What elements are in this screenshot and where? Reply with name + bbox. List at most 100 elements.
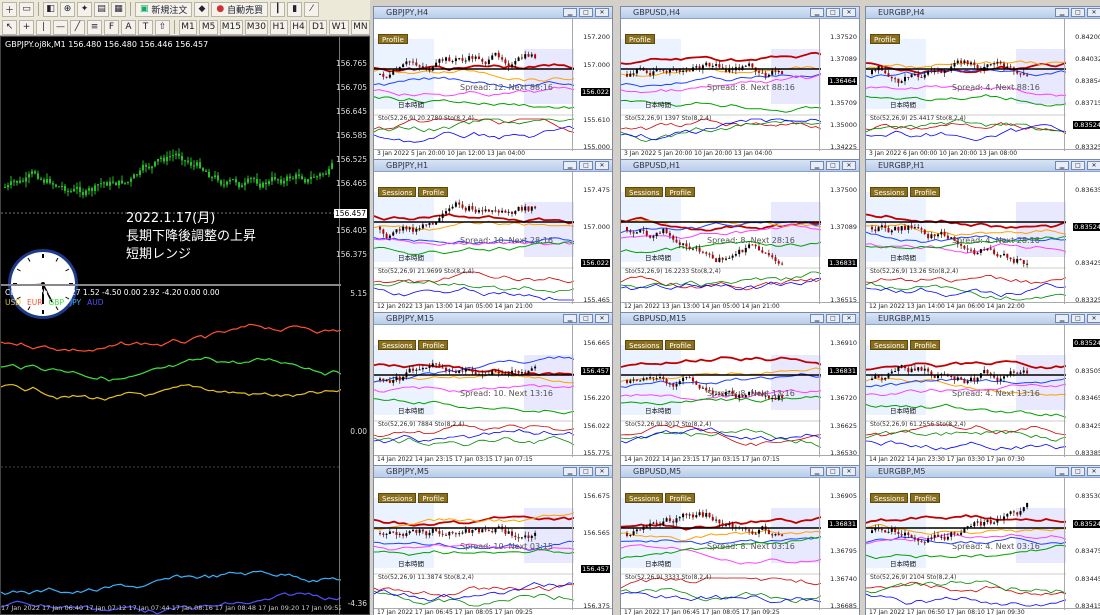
- profile-tag[interactable]: Profile: [910, 340, 941, 350]
- maximize-icon[interactable]: □: [826, 8, 840, 17]
- chart-titlebar[interactable]: GBPJPY,H1 ▁ □ ✕: [374, 160, 612, 172]
- chart-window[interactable]: GBPUSD,M15 ▁ □ ✕ 1.36910 1.36831 1.36720 1.…: [620, 312, 860, 466]
- timeframe-mn[interactable]: MN: [350, 19, 370, 35]
- maximize-icon[interactable]: □: [1071, 8, 1085, 17]
- sessions-tag[interactable]: Sessions: [378, 493, 417, 503]
- label-icon[interactable]: T: [138, 19, 153, 35]
- market-watch-icon[interactable]: ◧: [43, 1, 59, 17]
- sessions-tag[interactable]: Sessions: [378, 340, 417, 350]
- line-chart-icon[interactable]: ⁄: [304, 1, 320, 17]
- vertical-line-icon[interactable]: |: [36, 19, 51, 35]
- profile-tag[interactable]: Profile: [870, 34, 900, 44]
- timeframe-h1[interactable]: H1: [269, 19, 288, 35]
- channel-icon[interactable]: ≡: [87, 19, 102, 35]
- maximize-icon[interactable]: □: [579, 467, 593, 476]
- timeframe-m15[interactable]: M15: [219, 19, 243, 35]
- maximize-icon[interactable]: □: [1071, 314, 1085, 323]
- trendline-icon[interactable]: ╱: [70, 19, 85, 35]
- minimize-icon[interactable]: ▁: [810, 8, 824, 17]
- profile-tag[interactable]: Profile: [625, 34, 655, 44]
- maximize-icon[interactable]: □: [826, 314, 840, 323]
- close-icon[interactable]: ✕: [1087, 161, 1100, 170]
- horizontal-line-icon[interactable]: —: [53, 19, 68, 35]
- close-icon[interactable]: ✕: [595, 161, 609, 170]
- terminal-icon[interactable]: ▤: [94, 1, 110, 17]
- bar-chart-icon[interactable]: ┃: [270, 1, 286, 17]
- chart-titlebar[interactable]: GBPJPY,H4 ▁ □ ✕: [374, 7, 612, 19]
- close-icon[interactable]: ✕: [842, 467, 856, 476]
- close-icon[interactable]: ✕: [1087, 467, 1100, 476]
- close-icon[interactable]: ✕: [595, 467, 609, 476]
- chart-window[interactable]: GBPUSD,M5 ▁ □ ✕ 1.36905 1.36831 1.36795 1.3…: [620, 465, 860, 615]
- close-icon[interactable]: ✕: [1087, 8, 1100, 17]
- chart-window[interactable]: GBPJPY,M15 ▁ □ ✕ 156.665 156.457 156.220 15…: [373, 312, 613, 466]
- chart-titlebar[interactable]: EURGBP,H1 ▁ □ ✕: [866, 160, 1100, 172]
- profile-tag[interactable]: Profile: [665, 340, 696, 350]
- profile-tag[interactable]: Profile: [910, 493, 941, 503]
- main-chart-plot[interactable]: [1, 37, 341, 614]
- chart-titlebar[interactable]: GBPJPY,M5 ▁ □ ✕: [374, 466, 612, 478]
- profile-tag[interactable]: Profile: [378, 34, 408, 44]
- minimize-icon[interactable]: ▁: [563, 467, 577, 476]
- timeframe-w1[interactable]: W1: [329, 19, 349, 35]
- crosshair-icon[interactable]: +: [19, 19, 34, 35]
- auto-trading-button[interactable]: ● 自動売買: [211, 1, 269, 17]
- minimize-icon[interactable]: ▁: [1055, 314, 1069, 323]
- profile-tag[interactable]: Profile: [910, 187, 941, 197]
- timeframe-m5[interactable]: M5: [199, 19, 218, 35]
- minimize-icon[interactable]: ▁: [1055, 8, 1069, 17]
- maximize-icon[interactable]: □: [1071, 467, 1085, 476]
- candle-chart-icon[interactable]: ▮: [287, 1, 303, 17]
- maximize-icon[interactable]: □: [579, 314, 593, 323]
- chart-titlebar[interactable]: GBPUSD,M5 ▁ □ ✕: [621, 466, 859, 478]
- minimize-icon[interactable]: ▁: [563, 161, 577, 170]
- navigator-icon[interactable]: ✦: [77, 1, 93, 17]
- close-icon[interactable]: ✕: [595, 314, 609, 323]
- chart-titlebar[interactable]: GBPUSD,H1 ▁ □ ✕: [621, 160, 859, 172]
- chart-titlebar[interactable]: EURGBP,M5 ▁ □ ✕: [866, 466, 1100, 478]
- profile-tag[interactable]: Profile: [665, 493, 696, 503]
- sessions-tag[interactable]: Sessions: [378, 187, 417, 197]
- chart-titlebar[interactable]: EURGBP,H4 ▁ □ ✕: [866, 7, 1100, 19]
- chart-titlebar[interactable]: GBPUSD,M15 ▁ □ ✕: [621, 313, 859, 325]
- chart-titlebar[interactable]: GBPJPY,M15 ▁ □ ✕: [374, 313, 612, 325]
- minimize-icon[interactable]: ▁: [563, 8, 577, 17]
- arrow-icon[interactable]: ⇧: [155, 19, 170, 35]
- new-order-button[interactable]: ▣ 新規注文: [135, 1, 193, 17]
- chart-window[interactable]: GBPUSD,H4 ▁ □ ✕ 1.37520 1.37089 1.36464 1.3…: [620, 6, 860, 160]
- data-window-icon[interactable]: ⊕: [60, 1, 76, 17]
- chart-window[interactable]: GBPJPY,M5 ▁ □ ✕ 156.675 156.565 156.457 156…: [373, 465, 613, 615]
- close-icon[interactable]: ✕: [595, 8, 609, 17]
- profile-tag[interactable]: Profile: [418, 187, 449, 197]
- minimize-icon[interactable]: ▁: [1055, 161, 1069, 170]
- timeframe-m30[interactable]: M30: [244, 19, 268, 35]
- maximize-icon[interactable]: □: [1071, 161, 1085, 170]
- main-chart-window[interactable]: GBPJPY.oj8k,M1 156.480 156.480 156.446 1…: [0, 36, 370, 615]
- maximize-icon[interactable]: □: [826, 161, 840, 170]
- minimize-icon[interactable]: ▁: [810, 161, 824, 170]
- chart-window[interactable]: EURGBP,M15 ▁ □ ✕ 0.83524 0.83505 0.83465 0.…: [865, 312, 1100, 466]
- minimize-icon[interactable]: ▁: [810, 467, 824, 476]
- minimize-icon[interactable]: ▁: [563, 314, 577, 323]
- profile-tag[interactable]: Profile: [418, 493, 449, 503]
- profile-tag[interactable]: Profile: [665, 187, 696, 197]
- profile-tag[interactable]: Profile: [418, 340, 449, 350]
- sessions-tag[interactable]: Sessions: [870, 340, 909, 350]
- sessions-tag[interactable]: Sessions: [870, 187, 909, 197]
- close-icon[interactable]: ✕: [842, 161, 856, 170]
- profiles-icon[interactable]: ▭: [19, 1, 35, 17]
- text-icon[interactable]: A: [121, 19, 136, 35]
- tester-icon[interactable]: ▦: [111, 1, 127, 17]
- maximize-icon[interactable]: □: [579, 8, 593, 17]
- chart-window[interactable]: EURGBP,H4 ▁ □ ✕ 0.84200 0.84032 0.83854 0.8…: [865, 6, 1100, 160]
- fibonacci-icon[interactable]: F: [104, 19, 119, 35]
- metaeditor-icon[interactable]: ◆: [194, 1, 210, 17]
- maximize-icon[interactable]: □: [826, 467, 840, 476]
- sessions-tag[interactable]: Sessions: [625, 493, 664, 503]
- maximize-icon[interactable]: □: [579, 161, 593, 170]
- timeframe-d1[interactable]: D1: [309, 19, 328, 35]
- close-icon[interactable]: ✕: [842, 8, 856, 17]
- chart-window[interactable]: GBPJPY,H4 ▁ □ ✕ 157.200 157.000 156.022 155…: [373, 6, 613, 160]
- chart-window[interactable]: EURGBP,M5 ▁ □ ✕ 0.83530 0.83524 0.83475 0.8…: [865, 465, 1100, 615]
- cursor-icon[interactable]: ↖: [2, 19, 17, 35]
